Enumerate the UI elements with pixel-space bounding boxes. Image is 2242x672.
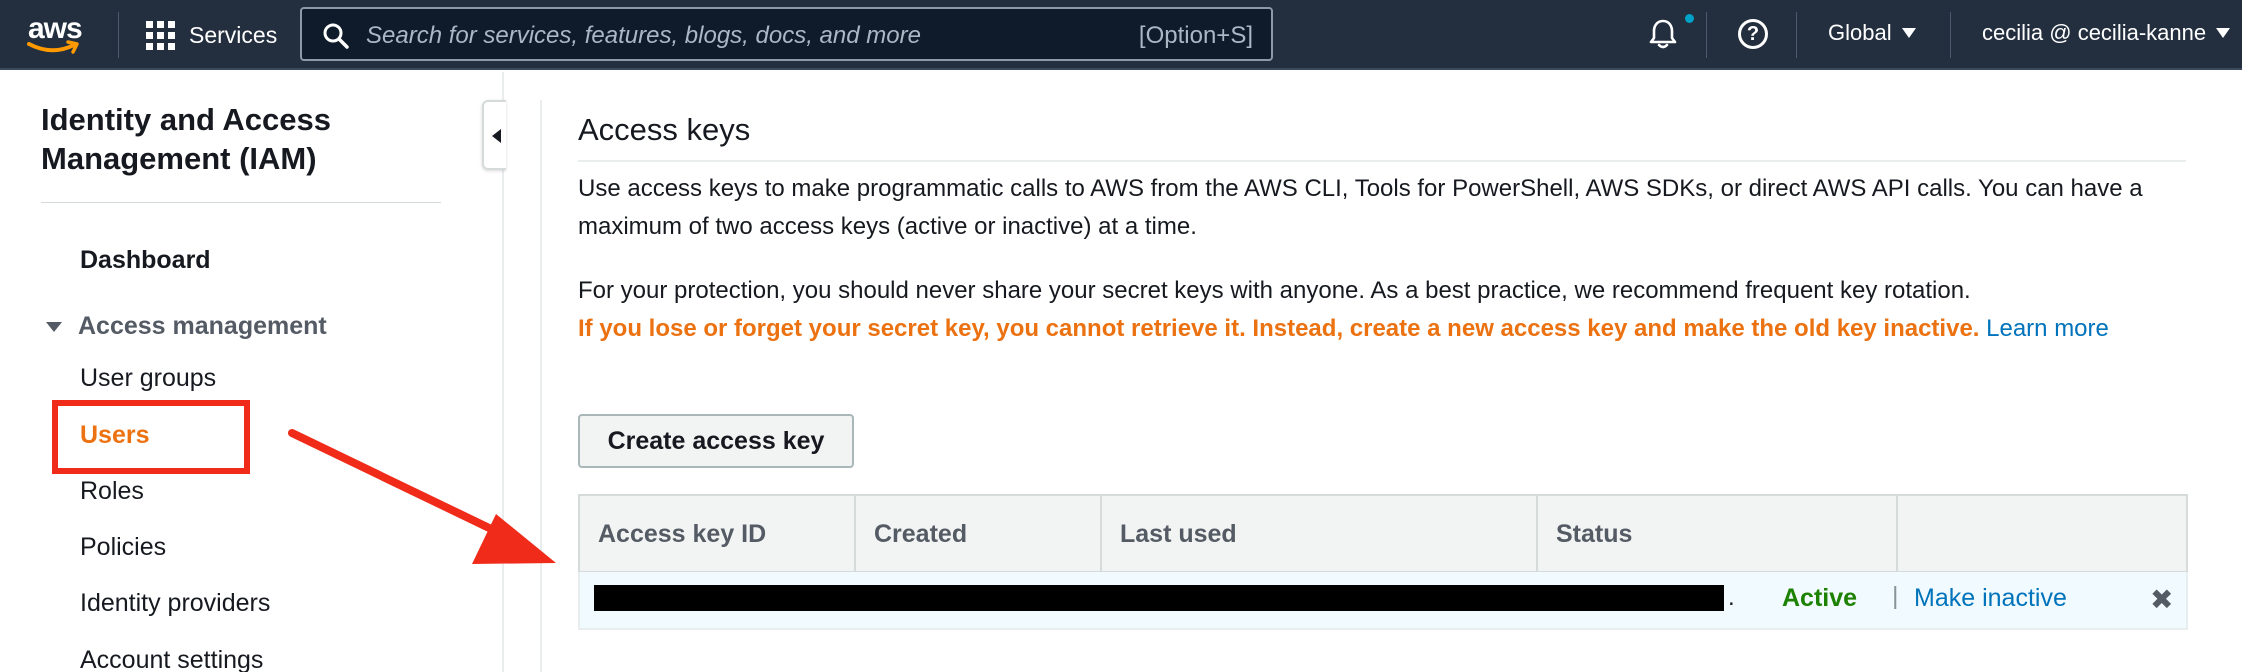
content-divider bbox=[540, 100, 542, 672]
top-nav-bar: aws Services Search for services, featur… bbox=[0, 0, 2242, 70]
help-icon[interactable]: ? bbox=[1738, 19, 1768, 49]
column-header-status[interactable]: Status bbox=[1538, 496, 1898, 572]
column-header-access-key-id[interactable]: Access key ID bbox=[580, 496, 856, 572]
sidebar-section-label: Access management bbox=[78, 312, 327, 340]
sidebar-divider bbox=[41, 202, 441, 203]
caret-down-icon bbox=[1901, 28, 1916, 38]
region-selector[interactable]: Global bbox=[1828, 20, 1916, 46]
learn-more-link[interactable]: Learn more bbox=[1986, 315, 2109, 342]
annotation-highlight-box bbox=[52, 400, 250, 474]
search-shortcut-hint: [Option+S] bbox=[1138, 22, 1253, 49]
sidebar-collapse-button[interactable] bbox=[482, 100, 506, 170]
sidebar-item-dashboard[interactable]: Dashboard bbox=[80, 246, 211, 275]
search-placeholder: Search for services, features, blogs, do… bbox=[366, 22, 921, 49]
action-separator: | bbox=[1892, 582, 1899, 610]
intro-paragraph: Use access keys to make programmatic cal… bbox=[578, 175, 2143, 240]
region-label: Global bbox=[1828, 20, 1892, 45]
services-label: Services bbox=[189, 21, 278, 48]
security-notice: For your protection, you should never sh… bbox=[578, 272, 2188, 348]
sidebar-section-access-management[interactable]: Access management bbox=[46, 312, 327, 341]
nav-divider bbox=[1950, 12, 1951, 58]
notification-badge-dot bbox=[1685, 14, 1694, 23]
notifications-bell-icon[interactable] bbox=[1648, 18, 1678, 50]
collapse-left-icon bbox=[492, 129, 501, 143]
nav-divider bbox=[1796, 12, 1797, 58]
search-input[interactable]: Search for services, features, blogs, do… bbox=[300, 7, 1273, 61]
caret-down-icon bbox=[46, 321, 62, 332]
delete-key-icon[interactable]: ✖ bbox=[2150, 586, 2173, 614]
services-menu-button[interactable]: Services bbox=[146, 16, 277, 54]
title-divider bbox=[578, 160, 2186, 162]
table-row: . Active | Make inactive ✖ bbox=[578, 572, 2188, 630]
aws-logo[interactable]: aws bbox=[26, 12, 88, 58]
protection-text: For your protection, you should never sh… bbox=[578, 277, 1971, 304]
column-header-actions bbox=[1898, 496, 2186, 572]
secret-key-warning: If you lose or forget your secret key, y… bbox=[578, 315, 1980, 342]
caret-down-icon bbox=[2216, 28, 2231, 38]
make-inactive-link[interactable]: Make inactive bbox=[1914, 584, 2067, 613]
services-grid-icon bbox=[146, 20, 175, 50]
account-menu[interactable]: cecilia @ cecilia-kanne bbox=[1982, 20, 2231, 46]
redacted-access-key-id bbox=[594, 585, 1724, 611]
key-id-suffix: . bbox=[1728, 584, 1735, 611]
sidebar-item-account-settings[interactable]: Account settings bbox=[80, 646, 263, 672]
sidebar: Identity and Access Management (IAM) Das… bbox=[0, 72, 506, 672]
sidebar-title[interactable]: Identity and Access Management (IAM) bbox=[41, 100, 441, 178]
search-icon bbox=[323, 23, 349, 49]
nav-divider bbox=[118, 12, 119, 58]
page-title: Access keys bbox=[578, 112, 751, 147]
sidebar-item-identity-providers[interactable]: Identity providers bbox=[80, 589, 270, 618]
status-badge: Active bbox=[1782, 584, 1858, 612]
column-header-created[interactable]: Created bbox=[856, 496, 1102, 572]
table-header: Access key ID Created Last used Status bbox=[578, 494, 2188, 572]
column-header-last-used[interactable]: Last used bbox=[1102, 496, 1538, 572]
account-label: cecilia @ cecilia-kanne bbox=[1982, 20, 2207, 45]
sidebar-item-policies[interactable]: Policies bbox=[80, 533, 166, 562]
aws-smile-icon bbox=[27, 40, 79, 54]
sidebar-item-user-groups[interactable]: User groups bbox=[80, 364, 216, 393]
sidebar-item-roles[interactable]: Roles bbox=[80, 477, 144, 506]
nav-divider bbox=[1706, 12, 1707, 58]
create-access-key-button[interactable]: Create access key bbox=[578, 414, 854, 468]
